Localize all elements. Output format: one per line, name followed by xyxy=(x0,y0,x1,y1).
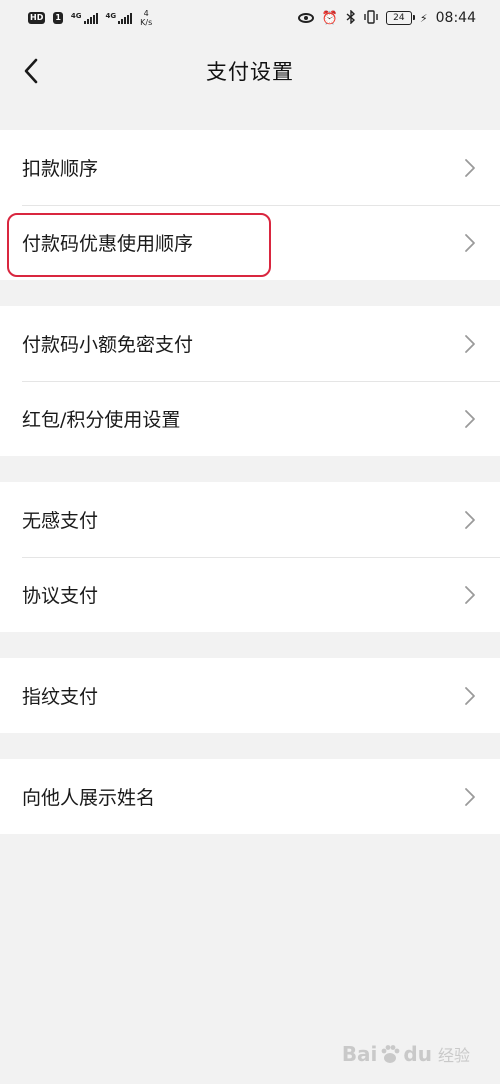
chevron-right-icon xyxy=(465,686,475,705)
signal-2: 4G xyxy=(106,12,133,24)
menu-item-show-name[interactable]: 向他人展示姓名 xyxy=(0,759,500,834)
paw-icon xyxy=(382,1045,400,1063)
settings-group-5: 向他人展示姓名 xyxy=(0,759,500,834)
status-bar-right: ⏰ 24 ⚡ 08:44 xyxy=(297,8,476,27)
menu-item-fingerprint-pay[interactable]: 指纹支付 xyxy=(0,658,500,733)
menu-item-label: 无感支付 xyxy=(22,510,99,532)
back-button[interactable] xyxy=(16,53,46,89)
baidu-watermark: Bai du 经验 xyxy=(342,1042,470,1066)
alarm-icon: ⏰ xyxy=(321,10,338,26)
page-title: 支付设置 xyxy=(206,60,294,84)
vibrate-icon xyxy=(364,9,378,27)
menu-item-label: 红包/积分使用设置 xyxy=(22,409,181,431)
network-speed: 4 K/s xyxy=(140,9,152,27)
menu-item-label: 向他人展示姓名 xyxy=(22,787,156,809)
chevron-right-icon xyxy=(465,585,475,604)
chevron-right-icon xyxy=(465,334,475,353)
menu-item-label: 付款码优惠使用顺序 xyxy=(22,233,194,255)
menu-item-label: 指纹支付 xyxy=(22,686,99,708)
watermark-brand-left: Bai xyxy=(341,1042,378,1066)
charging-icon: ⚡ xyxy=(419,11,428,25)
menu-item-label: 付款码小额免密支付 xyxy=(22,334,194,356)
menu-item-deduction-order[interactable]: 扣款顺序 xyxy=(0,130,500,205)
sim-badge: 1 xyxy=(53,12,63,24)
watermark-brand-right: du xyxy=(403,1042,432,1066)
hd-badge: HD xyxy=(28,12,46,24)
menu-item-small-password-free[interactable]: 付款码小额免密支付 xyxy=(0,306,500,381)
menu-item-paycode-discount-order[interactable]: 付款码优惠使用顺序 xyxy=(0,205,500,280)
settings-group-4: 指纹支付 xyxy=(0,658,500,733)
menu-item-agreement-pay[interactable]: 协议支付 xyxy=(0,557,500,632)
settings-group-3: 无感支付 协议支付 xyxy=(0,482,500,632)
status-bar: HD 1 4G 4G 4 K/s ⏰ 24 ⚡ 08:44 xyxy=(0,0,500,36)
settings-group-2: 付款码小额免密支付 红包/积分使用设置 xyxy=(0,306,500,456)
signal-bars-icon xyxy=(83,12,98,24)
status-bar-left: HD 1 4G 4G 4 K/s xyxy=(28,9,152,27)
network-speed-value: 4 xyxy=(143,9,149,18)
chevron-right-icon xyxy=(465,233,475,252)
watermark-suffix: 经验 xyxy=(437,1046,470,1065)
network-type-1: 4G xyxy=(70,12,82,20)
settings-group-1: 扣款顺序 付款码优惠使用顺序 xyxy=(0,130,500,280)
menu-item-seamless-pay[interactable]: 无感支付 xyxy=(0,482,500,557)
network-type-2: 4G xyxy=(105,12,117,20)
chevron-right-icon xyxy=(465,158,475,177)
network-speed-unit: K/s xyxy=(140,18,153,27)
chevron-left-icon xyxy=(24,58,38,84)
chevron-right-icon xyxy=(465,409,475,428)
bluetooth-icon xyxy=(346,8,356,27)
menu-item-label: 扣款顺序 xyxy=(22,158,99,180)
clock: 08:44 xyxy=(435,10,476,26)
menu-item-redpacket-points[interactable]: 红包/积分使用设置 xyxy=(0,381,500,456)
battery-icon: 24 xyxy=(385,11,415,25)
eye-icon xyxy=(297,13,314,23)
chevron-right-icon xyxy=(465,510,475,529)
chevron-right-icon xyxy=(465,787,475,806)
menu-item-label: 协议支付 xyxy=(22,585,99,607)
nav-bar: 支付设置 xyxy=(0,36,500,106)
signal-bars-icon xyxy=(118,12,133,24)
signal-1: 4G xyxy=(71,12,98,24)
battery-level: 24 xyxy=(393,13,405,23)
